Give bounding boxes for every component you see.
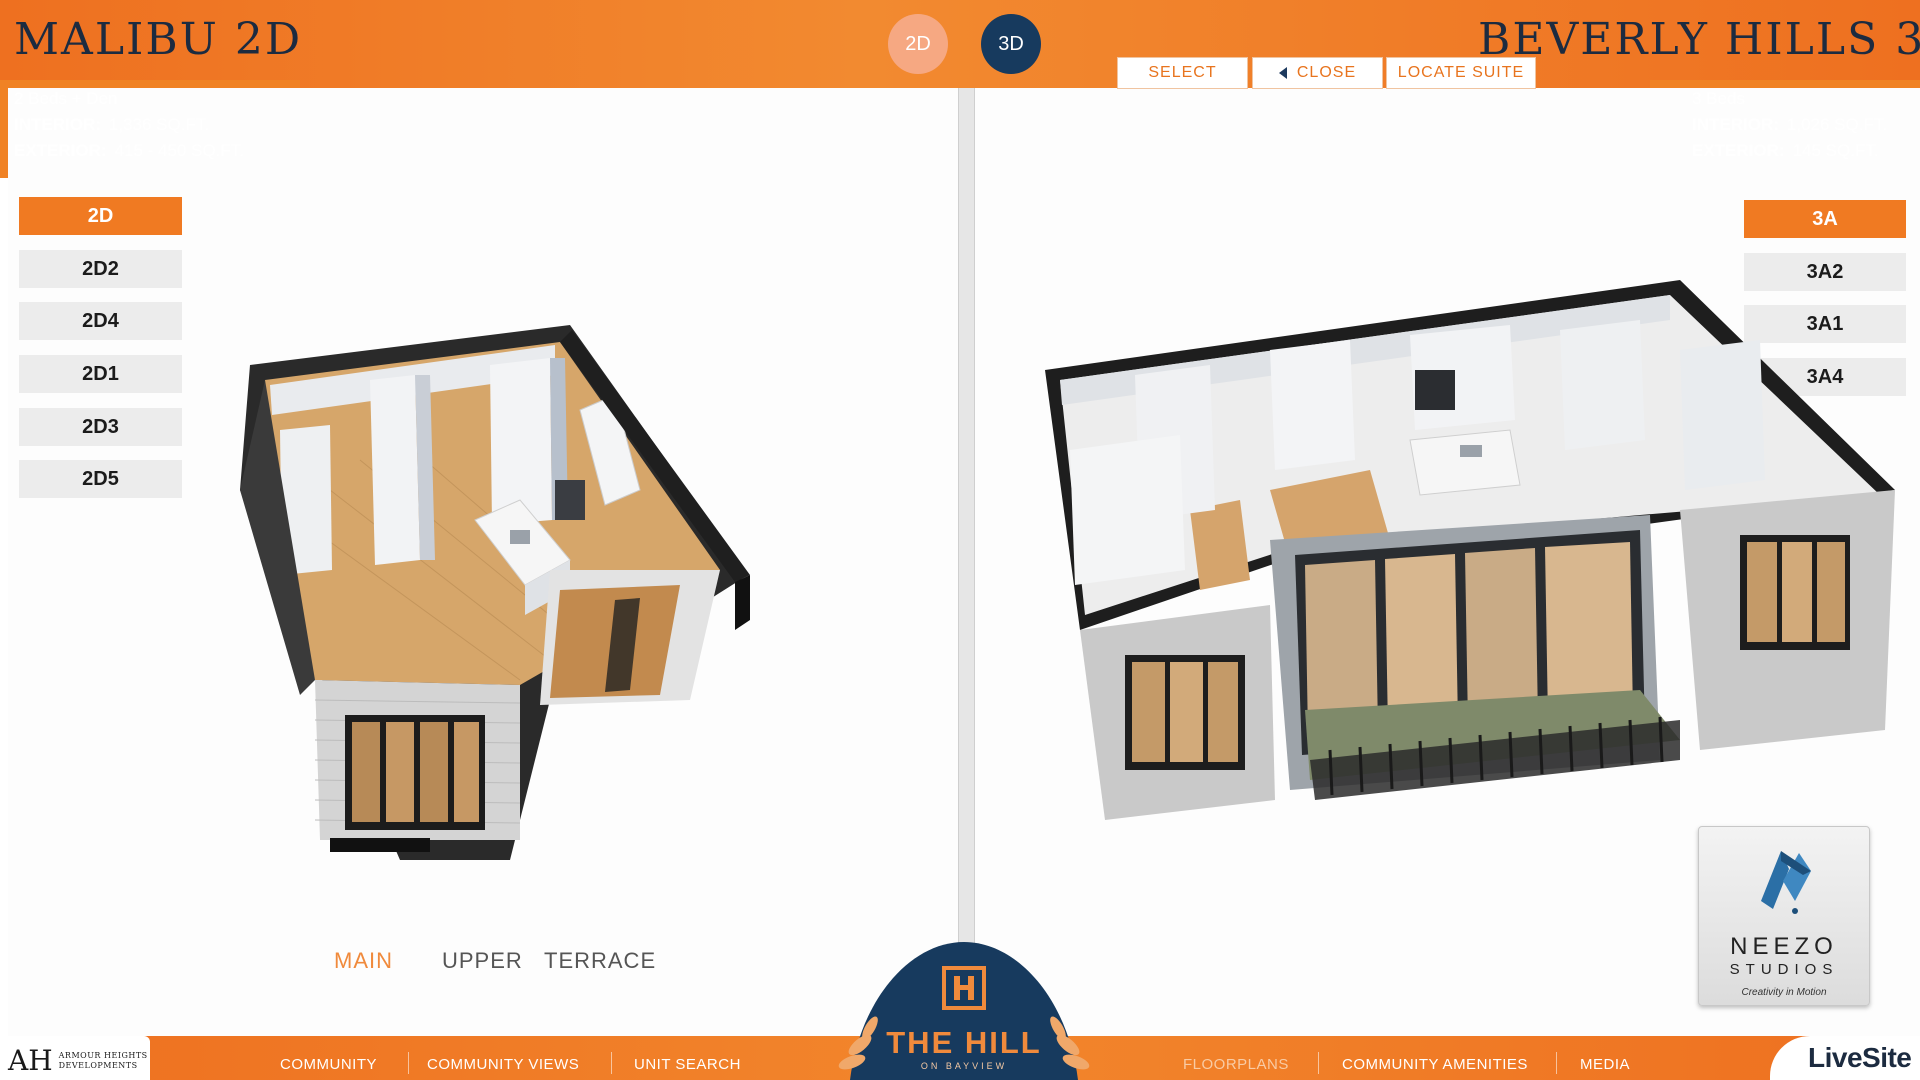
locate-suite-button[interactable]: LOCATE SUITE [1386,57,1536,89]
close-button-label: CLOSE [1296,64,1357,81]
left-exterior-value: 415 - 450 SQ.FT. [114,141,245,160]
nav-separator [611,1052,612,1074]
right-suite-3d-model[interactable] [1040,280,1900,840]
nav-unit-search[interactable]: UNIT SEARCH [634,1056,741,1073]
left-suite-details: 2 Beds + Den INTERIOR: 1,336 SQ.FT. EXTER… [14,86,244,164]
project-subtitle: ON BAYVIEW [920,1061,1008,1071]
nav-community-amenities[interactable]: COMMUNITY AMENITIES [1342,1056,1528,1073]
panel-divider[interactable] [958,88,975,1036]
right-exterior-value: 145 SQ.FT. [1792,141,1879,160]
left-interior-value: 1,336 SQ.FT. [108,115,210,134]
neezo-tagline: Creativity in Motion [1741,987,1827,998]
left-interior-label: INTERIOR: [14,115,101,134]
back-arrow-icon [1278,67,1287,79]
nav-media[interactable]: MEDIA [1580,1056,1630,1073]
nav-separator [408,1052,409,1074]
level-tab-terrace[interactable]: TERRACE [544,948,656,974]
nav-community[interactable]: COMMUNITY [280,1056,377,1073]
left-variant-2d5[interactable]: 2D5 [19,460,182,498]
right-variant-3a[interactable]: 3A [1744,200,1906,238]
nav-floorplans[interactable]: FLOORPLANS [1183,1056,1289,1073]
left-variant-2d[interactable]: 2D [19,197,182,235]
left-suite-title: MALIBU 2D [14,14,303,65]
neezo-name: NEEZO [1730,933,1838,960]
view-mode-2d-button[interactable]: 2D [888,14,948,74]
left-variant-2d1[interactable]: 2D1 [19,355,182,393]
armour-heights-line2: DEVELOPMENTS [58,1060,138,1070]
left-suite-3d-model[interactable] [220,320,760,860]
select-button[interactable]: SELECT [1117,57,1248,89]
left-variant-2d2[interactable]: 2D2 [19,250,182,288]
neezo-logo-icon [1761,851,1811,914]
left-variant-2d3[interactable]: 2D3 [19,408,182,446]
right-suite-beds: 3 Beds [1692,89,1745,108]
left-panel-curve [255,88,958,148]
right-interior-value: 1,026 SQ.FT. [1786,115,1888,134]
right-panel-curve [975,88,1675,148]
left-suite-beds: 2 Beds + Den [14,89,118,108]
right-suite-title: BEVERLY HILLS 3A [1478,14,1920,65]
armour-heights-text: ARMOUR HEIGHTS DEVELOPMENTS [59,1051,148,1071]
right-interior-label: INTERIOR: [1692,115,1779,134]
nav-community-views[interactable]: COMMUNITY VIEWS [427,1056,579,1073]
left-exterior-label: EXTERIOR: [14,141,107,160]
level-tab-main[interactable]: MAIN [334,948,393,974]
right-exterior-label: EXTERIOR: [1692,141,1785,160]
project-name: THE HILL [886,1025,1042,1060]
livesite-logo[interactable]: LiveSite [1808,1042,1912,1074]
nav-separator [1318,1052,1319,1074]
right-suite-details: 3 Beds INTERIOR: 1,026 SQ.FT. EXTERIOR: 14… [1692,86,1887,164]
neezo-studios-badge: NEEZO STUDIOS Creativity in Motion [1698,826,1870,1006]
armour-heights-line1: ARMOUR HEIGHTS [58,1050,148,1060]
armour-heights-logo[interactable]: AH ARMOUR HEIGHTS DEVELOPMENTS [8,1044,148,1077]
armour-heights-mark: AH [8,1044,53,1077]
view-mode-3d-button[interactable]: 3D [981,14,1041,74]
nav-separator [1556,1052,1557,1074]
left-variant-2d4[interactable]: 2D4 [19,302,182,340]
neezo-sub: STUDIOS [1729,961,1839,978]
level-tab-upper[interactable]: UPPER [442,948,523,974]
close-button[interactable]: CLOSE [1252,57,1383,89]
